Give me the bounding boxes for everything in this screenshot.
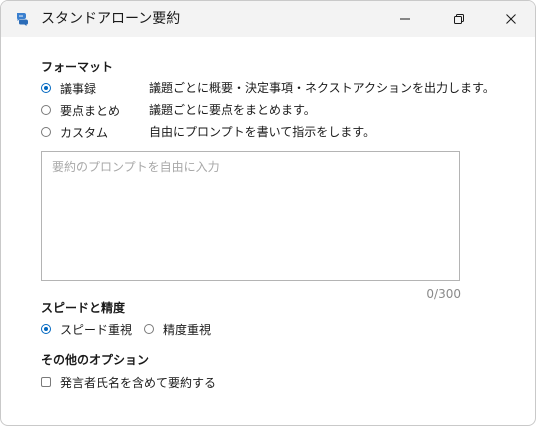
format-option-description: 議題ごとに概要・決定事項・ネクストアクションを出力します。	[149, 81, 495, 95]
speed-option-label: 精度重視	[163, 322, 212, 337]
speed-heading: スピードと精度	[41, 301, 126, 315]
include-speaker-label: 発言者氏名を含めて要約する	[60, 375, 217, 390]
format-option-label: 議事録	[60, 81, 97, 96]
title-bar[interactable]: スタンドアローン要約	[1, 1, 535, 37]
speed-option-speed[interactable]: スピード重視	[41, 320, 132, 338]
restore-icon	[454, 14, 464, 24]
format-option-description: 議題ごとに要点をまとめます。	[149, 103, 316, 117]
include-speaker-option[interactable]: 発言者氏名を含めて要約する	[41, 373, 216, 391]
format-option-label: 要点まとめ	[60, 103, 121, 118]
close-icon	[506, 14, 516, 24]
prompt-input[interactable]	[42, 152, 459, 280]
format-option-summary[interactable]: 要点まとめ	[41, 101, 120, 119]
format-option-custom[interactable]: カスタム	[41, 123, 108, 141]
radio-speed[interactable]	[41, 324, 51, 334]
restore-button[interactable]	[437, 1, 481, 37]
radio-accuracy[interactable]	[144, 324, 154, 334]
format-option-minutes[interactable]: 議事録	[41, 79, 96, 97]
chat-bubbles-icon	[17, 13, 28, 26]
minimize-button[interactable]	[383, 1, 427, 37]
radio-custom[interactable]	[41, 127, 51, 137]
radio-minutes[interactable]	[41, 83, 51, 93]
speed-option-label: スピード重視	[60, 322, 133, 337]
character-counter: 0/300	[426, 287, 461, 301]
close-button[interactable]	[489, 1, 533, 37]
include-speaker-checkbox[interactable]	[41, 377, 51, 387]
format-option-description: 自由にプロンプトを書いて指示をします。	[149, 125, 376, 139]
minimize-icon	[400, 18, 410, 20]
format-heading: フォーマット	[41, 60, 114, 74]
window-title: スタンドアローン要約	[41, 11, 181, 27]
dialog-window: スタンドアローン要約 フォーマット 議事録 議題ごとに概要・決定事項・ネクストア…	[0, 0, 536, 426]
other-options-heading: その他のオプション	[41, 353, 150, 367]
speed-option-accuracy[interactable]: 精度重視	[144, 320, 211, 338]
format-option-label: カスタム	[60, 125, 109, 140]
prompt-box	[41, 151, 460, 281]
radio-summary[interactable]	[41, 105, 51, 115]
